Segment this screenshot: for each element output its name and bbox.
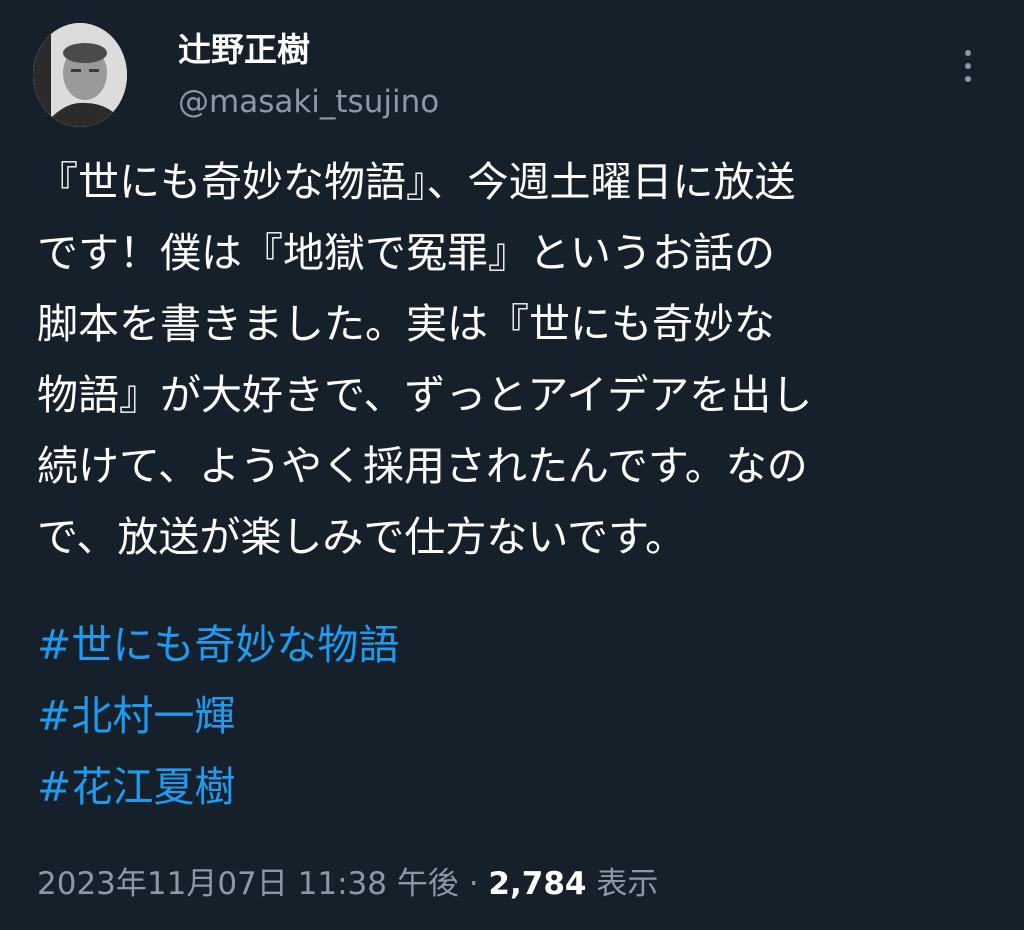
tweet-text-line: で、放送が楽しみで仕方ないです。 [37,513,687,561]
tweet-text-line: 『世にも奇妙な物語』、今週土曜日に放送 [37,158,796,206]
more-vertical-icon [965,63,971,69]
hashtag-link[interactable]: #世にも奇妙な物語 [37,610,399,681]
tweet-timestamp[interactable]: 2023年11月07日 11:38 午後 [37,866,459,902]
tweet-text: 『世にも奇妙な物語』、今週土曜日に放送 です！僕は『地獄で冤罪』というお話の 脚… [37,147,997,573]
hashtag-link[interactable]: #北村一輝 [37,681,399,752]
author-display-name[interactable]: 辻野正樹 [178,28,310,72]
tweet-text-line: です！僕は『地獄で冤罪』というお話の [37,229,775,277]
tweet-text-line: 続けて、ようやく採用されたんです。なの [37,442,808,490]
meta-separator: · [468,866,479,902]
hashtag-list: #世にも奇妙な物語 #北村一輝 #花江夏樹 [37,610,399,823]
tweet-meta: 2023年11月07日 11:38 午後 · 2,784 表示 [37,860,658,908]
author-handle[interactable]: @masaki_tsujino [178,81,439,123]
more-vertical-icon [965,76,971,82]
avatar[interactable] [33,23,127,127]
more-vertical-icon [965,50,971,56]
views-count: 2,784 [488,866,587,902]
views-label: 表示 [596,866,659,902]
avatar-photo [33,23,127,127]
tweet-text-line: 物語』が大好きで、ずっとアイデアを出し [37,371,813,419]
tweet: 辻野正樹 @masaki_tsujino 『世にも奇妙な物語』、今週土曜日に放送… [0,0,1024,930]
tweet-text-line: 脚本を書きました。実は『世にも奇妙な [37,300,775,348]
more-options-button[interactable] [950,42,986,90]
hashtag-link[interactable]: #花江夏樹 [37,752,399,823]
